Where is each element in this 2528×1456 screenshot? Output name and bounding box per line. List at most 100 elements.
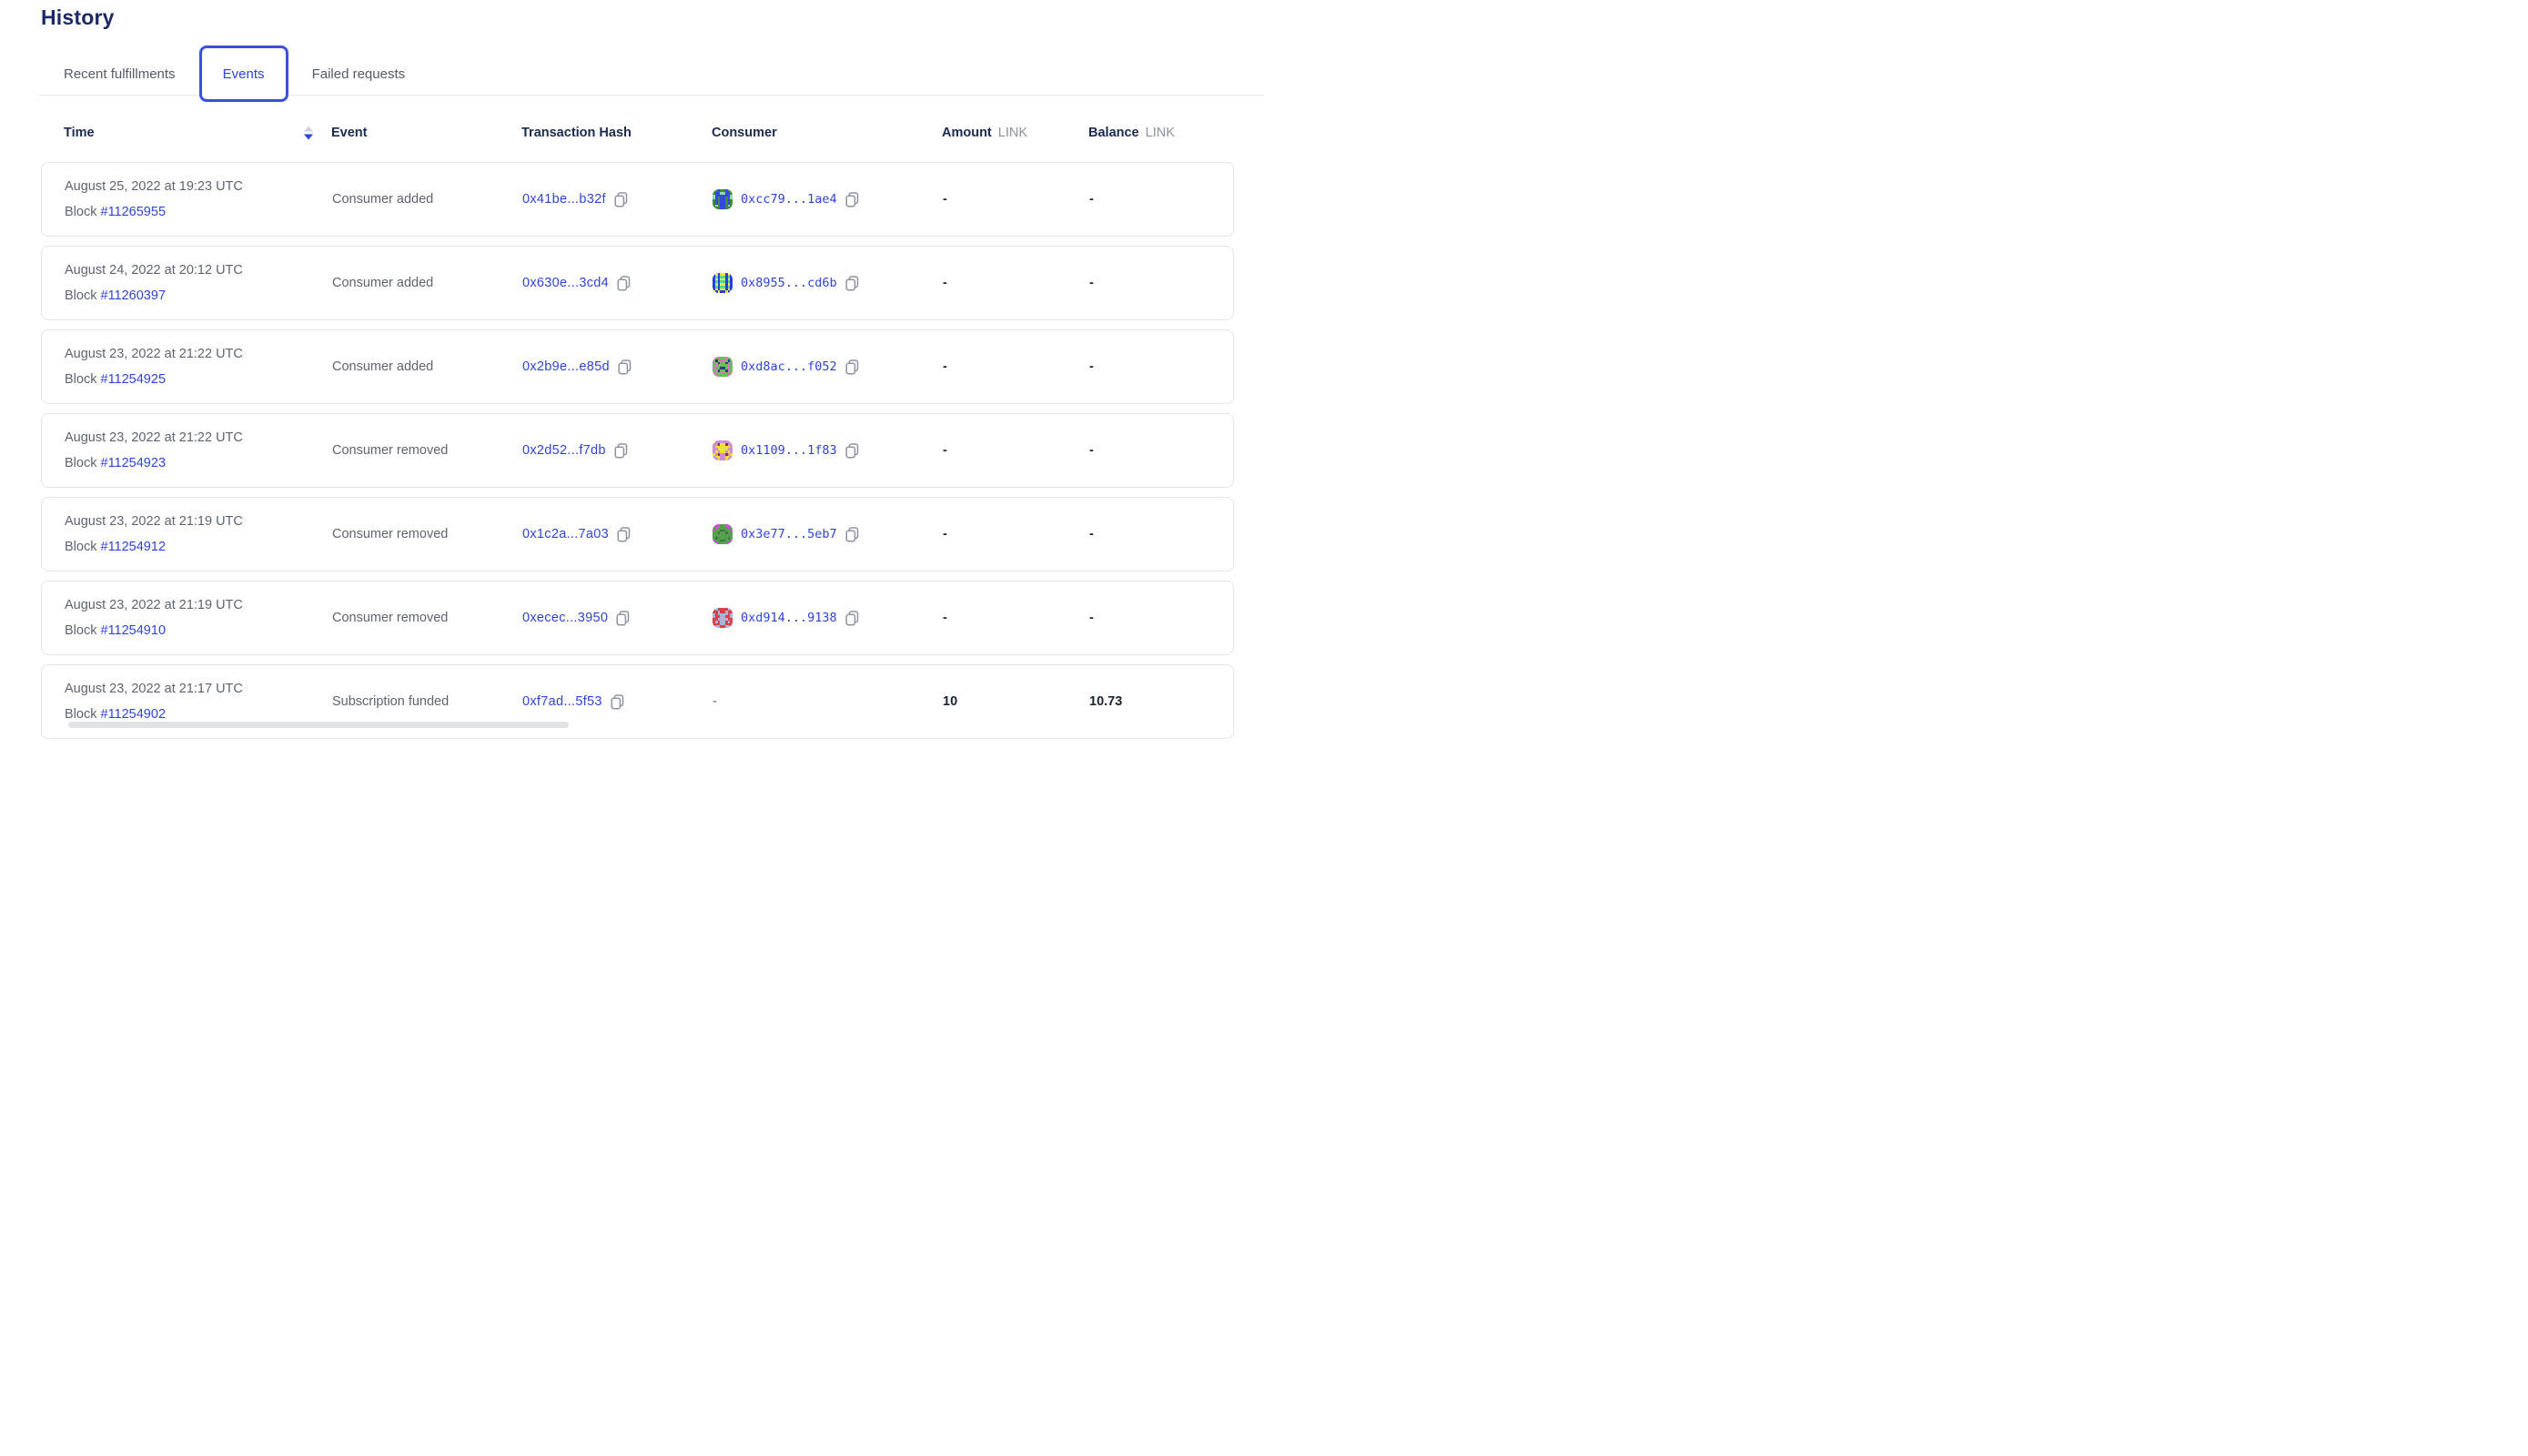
copy-icon (614, 443, 628, 459)
sort-up-arrow-icon (304, 126, 313, 132)
column-header-consumer[interactable]: Consumer (712, 126, 777, 140)
transaction-hash-link[interactable]: 0x41be...b32f (522, 192, 606, 207)
consumer-identicon-avatar (713, 608, 733, 628)
sort-descending-icon[interactable] (304, 126, 313, 140)
tab-events-label: Events (223, 66, 265, 82)
event-timestamp: August 23, 2022 at 21:19 UTC (65, 592, 332, 618)
table-row: August 25, 2022 at 19:23 UTC Block #1126… (41, 162, 1234, 237)
table-row: August 23, 2022 at 21:22 UTC Block #1125… (41, 329, 1234, 404)
transaction-hash-link[interactable]: 0xf7ad...5f53 (522, 694, 602, 709)
block-number-link[interactable]: #11254912 (101, 540, 167, 554)
copy-consumer-address-button[interactable] (845, 359, 859, 375)
amount-value: - (943, 443, 947, 458)
copy-transaction-hash-button[interactable] (614, 443, 628, 459)
event-type: Consumer removed (332, 527, 448, 541)
amount-value: 10 (943, 694, 957, 709)
copy-transaction-hash-button[interactable] (616, 611, 630, 626)
copy-icon (616, 611, 630, 626)
column-header-time[interactable]: Time (64, 126, 95, 140)
column-header-transaction-hash[interactable]: Transaction Hash (521, 126, 632, 140)
balance-value: - (1089, 276, 1094, 290)
block-number-link[interactable]: #11254910 (101, 623, 167, 638)
copy-icon (845, 443, 859, 459)
copy-consumer-address-button[interactable] (845, 527, 859, 542)
transaction-hash-link[interactable]: 0x2b9e...e85d (522, 359, 610, 374)
copy-consumer-address-button[interactable] (845, 192, 859, 207)
block-number-link[interactable]: #11254902 (101, 707, 167, 722)
history-page: History Recent fulfillments Events Faile… (0, 0, 1264, 728)
event-timestamp: August 24, 2022 at 20:12 UTC (65, 258, 332, 283)
event-type: Consumer added (332, 276, 433, 290)
copy-consumer-address-button[interactable] (845, 276, 859, 291)
block-number-link[interactable]: #11254925 (101, 372, 167, 387)
consumer-address-link[interactable]: 0xd914...9138 (741, 611, 837, 625)
consumer-address-link[interactable]: - (713, 694, 717, 709)
copy-icon (845, 527, 859, 542)
consumer-address-link[interactable]: 0xd8ac...f052 (741, 359, 837, 374)
column-header-balance[interactable]: Balance (1088, 126, 1139, 140)
consumer-address-link[interactable]: 0x1109...1f83 (741, 443, 837, 458)
balance-value: - (1089, 359, 1094, 374)
block-label: Block (65, 456, 96, 470)
event-type: Consumer added (332, 192, 433, 207)
copy-icon (614, 192, 628, 207)
event-timestamp: August 23, 2022 at 21:19 UTC (65, 509, 332, 534)
copy-icon (617, 276, 631, 291)
consumer-identicon-avatar (713, 189, 733, 209)
event-type: Consumer added (332, 359, 433, 374)
transaction-hash-link[interactable]: 0x2d52...f7db (522, 443, 606, 458)
block-label: Block (65, 205, 96, 219)
balance-value: - (1089, 611, 1094, 625)
balance-value: 10.73 (1089, 694, 1122, 709)
block-number-link[interactable]: #11265955 (101, 205, 167, 219)
event-type: Subscription funded (332, 694, 449, 709)
consumer-identicon-avatar (713, 440, 733, 460)
balance-value: - (1089, 192, 1094, 207)
table-header: Time Event Transaction Hash Consumer Amo… (41, 119, 1234, 147)
block-number-link[interactable]: #11254923 (101, 456, 167, 470)
tab-recent-fulfillments[interactable]: Recent fulfillments (64, 66, 176, 82)
tab-bar: Recent fulfillments Events Failed reques… (64, 46, 405, 102)
copy-icon (845, 611, 859, 626)
consumer-identicon-avatar (713, 357, 733, 377)
block-label: Block (65, 288, 96, 303)
amount-value: - (943, 276, 947, 290)
copy-consumer-address-button[interactable] (845, 611, 859, 626)
amount-value: - (943, 192, 947, 207)
event-timestamp: August 23, 2022 at 21:17 UTC (65, 676, 332, 702)
copy-transaction-hash-button[interactable] (617, 527, 631, 542)
block-label: Block (65, 623, 96, 638)
consumer-address-link[interactable]: 0x8955...cd6b (741, 276, 837, 290)
table-row: August 23, 2022 at 21:19 UTC Block #1125… (41, 581, 1234, 655)
balance-value: - (1089, 527, 1094, 541)
event-timestamp: August 25, 2022 at 19:23 UTC (65, 174, 332, 199)
consumer-identicon-avatar (713, 273, 733, 293)
copy-icon (611, 694, 624, 710)
copy-transaction-hash-button[interactable] (617, 276, 631, 291)
event-timestamp: August 23, 2022 at 21:22 UTC (65, 341, 332, 367)
transaction-hash-link[interactable]: 0x1c2a...7a03 (522, 527, 609, 541)
event-timestamp: August 23, 2022 at 21:22 UTC (65, 425, 332, 450)
copy-transaction-hash-button[interactable] (618, 359, 632, 375)
consumer-address-link[interactable]: 0xcc79...1ae4 (741, 192, 837, 207)
copy-icon (845, 276, 859, 291)
copy-transaction-hash-button[interactable] (614, 192, 628, 207)
block-label: Block (65, 372, 96, 387)
consumer-address-link[interactable]: 0x3e77...5eb7 (741, 527, 837, 541)
copy-consumer-address-button[interactable] (845, 443, 859, 459)
column-header-event[interactable]: Event (331, 126, 368, 140)
tab-failed-requests[interactable]: Failed requests (312, 66, 406, 82)
event-type: Consumer removed (332, 443, 448, 458)
block-number-link[interactable]: #11260397 (101, 288, 167, 303)
block-label: Block (65, 540, 96, 554)
balance-value: - (1089, 443, 1094, 458)
horizontal-scrollbar-thumb[interactable] (68, 722, 569, 728)
column-header-amount[interactable]: Amount (942, 126, 992, 140)
amount-unit-label: LINK (998, 126, 1027, 140)
tab-events[interactable]: Events (199, 46, 288, 102)
transaction-hash-link[interactable]: 0xecec...3950 (522, 611, 608, 625)
copy-transaction-hash-button[interactable] (611, 694, 624, 710)
transaction-hash-link[interactable]: 0x630e...3cd4 (522, 276, 609, 290)
page-title: History (41, 5, 115, 30)
block-label: Block (65, 707, 96, 722)
